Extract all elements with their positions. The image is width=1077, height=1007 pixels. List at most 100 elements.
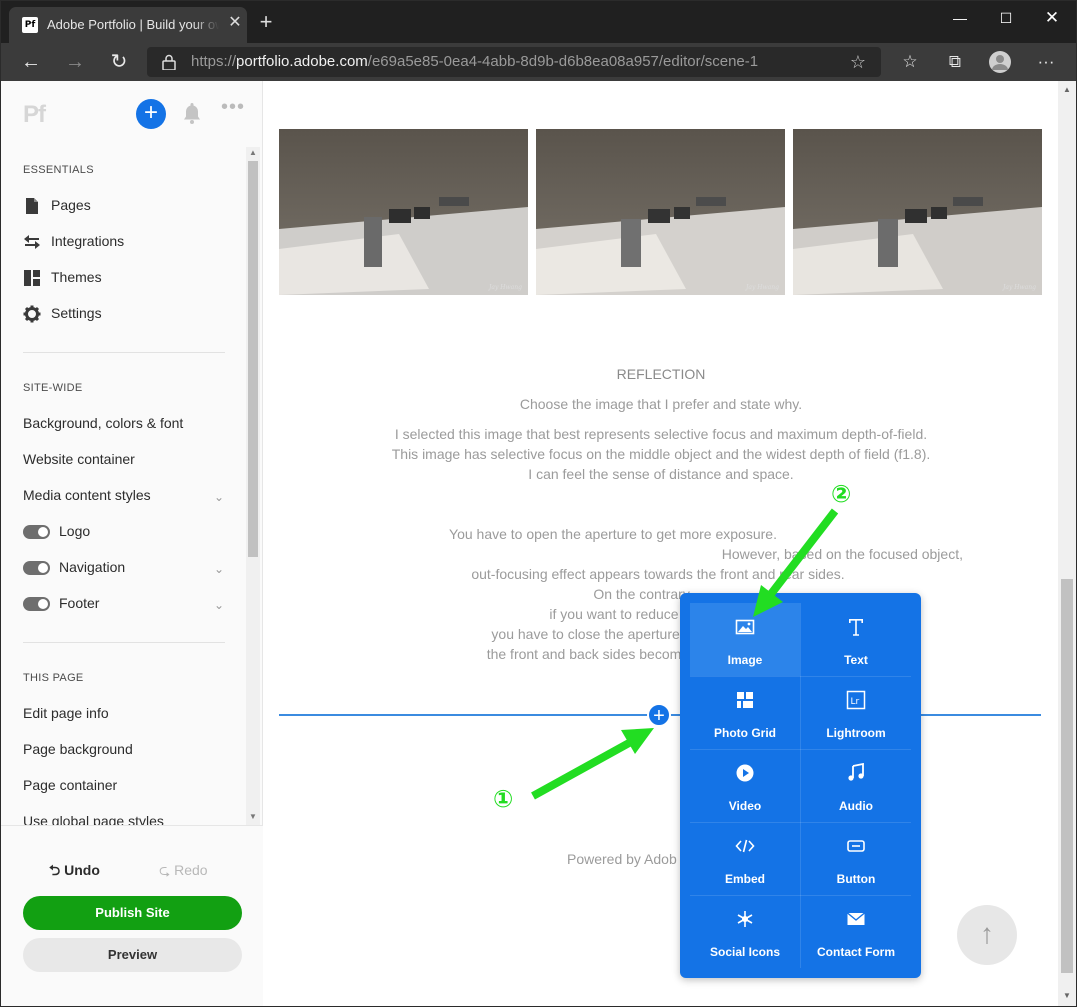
- back-to-top-button[interactable]: ↑: [957, 905, 1017, 965]
- sidebar-scrollbar[interactable]: ▲ ▼: [246, 147, 260, 825]
- sidebar-item-label: Navigation: [59, 559, 126, 575]
- insert-image-button[interactable]: Image: [690, 603, 800, 676]
- sidebar-item-settings[interactable]: Settings: [23, 305, 102, 323]
- scrollbar-thumb[interactable]: [248, 161, 258, 557]
- sidebar-item-label: Logo: [59, 523, 91, 539]
- section-heading-sitewide: SITE-WIDE: [23, 382, 83, 394]
- chevron-down-icon[interactable]: ⌄: [214, 490, 226, 504]
- powered-by-text: Powered by Adob: [567, 851, 677, 867]
- navigation-toggle[interactable]: [23, 561, 50, 576]
- bell-icon[interactable]: [181, 101, 203, 125]
- scroll-down-arrow-icon[interactable]: ▼: [1061, 989, 1073, 1003]
- refresh-icon[interactable]: ↻: [105, 49, 133, 75]
- more-options-icon[interactable]: •••: [221, 97, 245, 117]
- text-icon: [849, 619, 863, 636]
- browser-tab[interactable]: Pf Adobe Portfolio | Build your own ✕: [9, 7, 247, 43]
- scroll-up-arrow-icon[interactable]: ▲: [248, 147, 258, 159]
- sidebar-footer: ⮌ Undo ⮎ Redo Publish Site Preview: [1, 825, 263, 1006]
- insert-button-button[interactable]: Button: [801, 822, 911, 895]
- sidebar-item-navigation[interactable]: Navigation: [23, 559, 126, 576]
- minimize-icon[interactable]: —: [937, 5, 983, 31]
- sidebar-item-media-content-styles[interactable]: Media content styles: [23, 487, 151, 503]
- sidebar-scroll-area: ESSENTIALS Pages Integrations Themes Set…: [1, 145, 263, 825]
- page-scrollbar[interactable]: ▲ ▼: [1058, 81, 1076, 1006]
- insert-lightroom-button[interactable]: Lr Lightroom: [801, 676, 911, 749]
- reflection-text-line: Choose the image that I prefer and state…: [519, 396, 803, 412]
- reflection-line-tail: ure.: [752, 526, 777, 542]
- undo-button[interactable]: ⮌ Undo: [49, 860, 100, 884]
- sidebar-item-page-container[interactable]: Page container: [23, 777, 117, 793]
- sidebar-item-pages[interactable]: Pages: [23, 197, 91, 215]
- collections-icon[interactable]: ⧉: [942, 50, 968, 74]
- sidebar-item-logo[interactable]: Logo: [23, 523, 91, 540]
- address-bar: ← → ↻ https://portfolio.adobe.com/e69a5e…: [1, 43, 1076, 81]
- url-field[interactable]: https://portfolio.adobe.com/e69a5e85-0ea…: [147, 47, 881, 77]
- maximize-icon[interactable]: ☐: [983, 5, 1029, 31]
- insert-audio-button[interactable]: Audio: [801, 749, 911, 822]
- reflection-text-line: However, based on the focused object,: [169, 546, 963, 562]
- sidebar-item-background-colors-font[interactable]: Background, colors & font: [23, 415, 183, 431]
- photo-image: Jay Hwang: [793, 129, 1042, 295]
- preview-button[interactable]: Preview: [23, 938, 242, 972]
- menu-item-label: Button: [836, 872, 876, 886]
- section-heading-essentials: ESSENTIALS: [23, 164, 94, 176]
- new-tab-icon[interactable]: +: [255, 11, 277, 33]
- insert-text-button[interactable]: Text: [801, 603, 911, 676]
- sidebar-item-global-page-styles[interactable]: Use global page styles: [23, 813, 164, 825]
- insert-embed-button[interactable]: Embed: [690, 822, 800, 895]
- profile-avatar-icon[interactable]: [987, 50, 1013, 74]
- back-arrow-icon[interactable]: ←: [17, 49, 45, 75]
- reflection-line-text: On the contrary,: [593, 586, 693, 602]
- footer-toggle[interactable]: [23, 597, 50, 612]
- photo-watermark: Jay Hwang: [1001, 284, 1036, 291]
- favorites-list-icon[interactable]: ☆: [897, 50, 923, 74]
- photo-grid-image[interactable]: Jay Hwang: [793, 129, 1042, 295]
- portfolio-favicon-icon: Pf: [22, 17, 38, 33]
- chevron-down-icon[interactable]: ⌄: [214, 562, 226, 576]
- insert-social-icons-button[interactable]: Social Icons: [690, 895, 800, 968]
- contact-form-icon: [847, 912, 865, 925]
- menu-item-label: Lightroom: [826, 726, 886, 740]
- scrollbar-thumb[interactable]: [1061, 579, 1073, 973]
- sidebar-item-integrations[interactable]: Integrations: [23, 233, 124, 251]
- portfolio-logo: Pf: [23, 101, 46, 128]
- photo-image: Jay Hwang: [536, 129, 785, 295]
- photo-grid-image[interactable]: Jay Hwang: [536, 129, 785, 295]
- photo-grid-image[interactable]: Jay Hwang: [279, 129, 528, 295]
- photo-image: Jay Hwang: [279, 129, 528, 295]
- menu-item-label: Image: [727, 653, 763, 667]
- scroll-down-arrow-icon[interactable]: ▼: [248, 811, 258, 823]
- logo-toggle[interactable]: [23, 525, 50, 540]
- publish-site-button[interactable]: Publish Site: [23, 896, 242, 930]
- menu-item-label: Text: [844, 653, 868, 667]
- sidebar-item-website-container[interactable]: Website container: [23, 451, 135, 467]
- audio-icon: [848, 763, 864, 781]
- sidebar-item-edit-page-info[interactable]: Edit page info: [23, 705, 109, 721]
- favorite-star-icon[interactable]: ☆: [847, 50, 869, 74]
- sidebar-item-label: Integrations: [51, 233, 125, 249]
- forward-arrow-icon[interactable]: →: [61, 49, 89, 75]
- insert-contact-form-button[interactable]: Contact Form: [801, 895, 911, 968]
- tab-close-icon[interactable]: ✕: [225, 13, 245, 33]
- insert-content-button[interactable]: +: [647, 703, 671, 727]
- gear-icon: [23, 305, 41, 323]
- section-heading-this-page: THIS PAGE: [23, 672, 84, 684]
- window-close-icon[interactable]: ✕: [1029, 5, 1075, 31]
- sidebar-item-page-background[interactable]: Page background: [23, 741, 133, 757]
- arrow-up-icon: ↑: [980, 918, 994, 949]
- button-icon: [847, 840, 865, 852]
- reflection-line-text: You have to open the aperture to get mor…: [449, 526, 753, 542]
- sidebar-item-themes[interactable]: Themes: [23, 269, 102, 287]
- sidebar-item-footer[interactable]: Footer: [23, 595, 99, 612]
- insert-photo-grid-button[interactable]: Photo Grid: [690, 676, 800, 749]
- video-icon: [736, 764, 754, 782]
- themes-icon: [24, 270, 40, 287]
- redo-button[interactable]: ⮎ Redo: [159, 860, 208, 884]
- add-content-button[interactable]: +: [136, 99, 166, 129]
- lock-icon: [162, 54, 176, 70]
- sidebar-item-label: Themes: [51, 269, 102, 285]
- settings-more-icon[interactable]: ···: [1033, 50, 1059, 74]
- insert-video-button[interactable]: Video: [690, 749, 800, 822]
- menu-item-label: Embed: [724, 872, 765, 886]
- scroll-up-arrow-icon[interactable]: ▲: [1061, 83, 1073, 97]
